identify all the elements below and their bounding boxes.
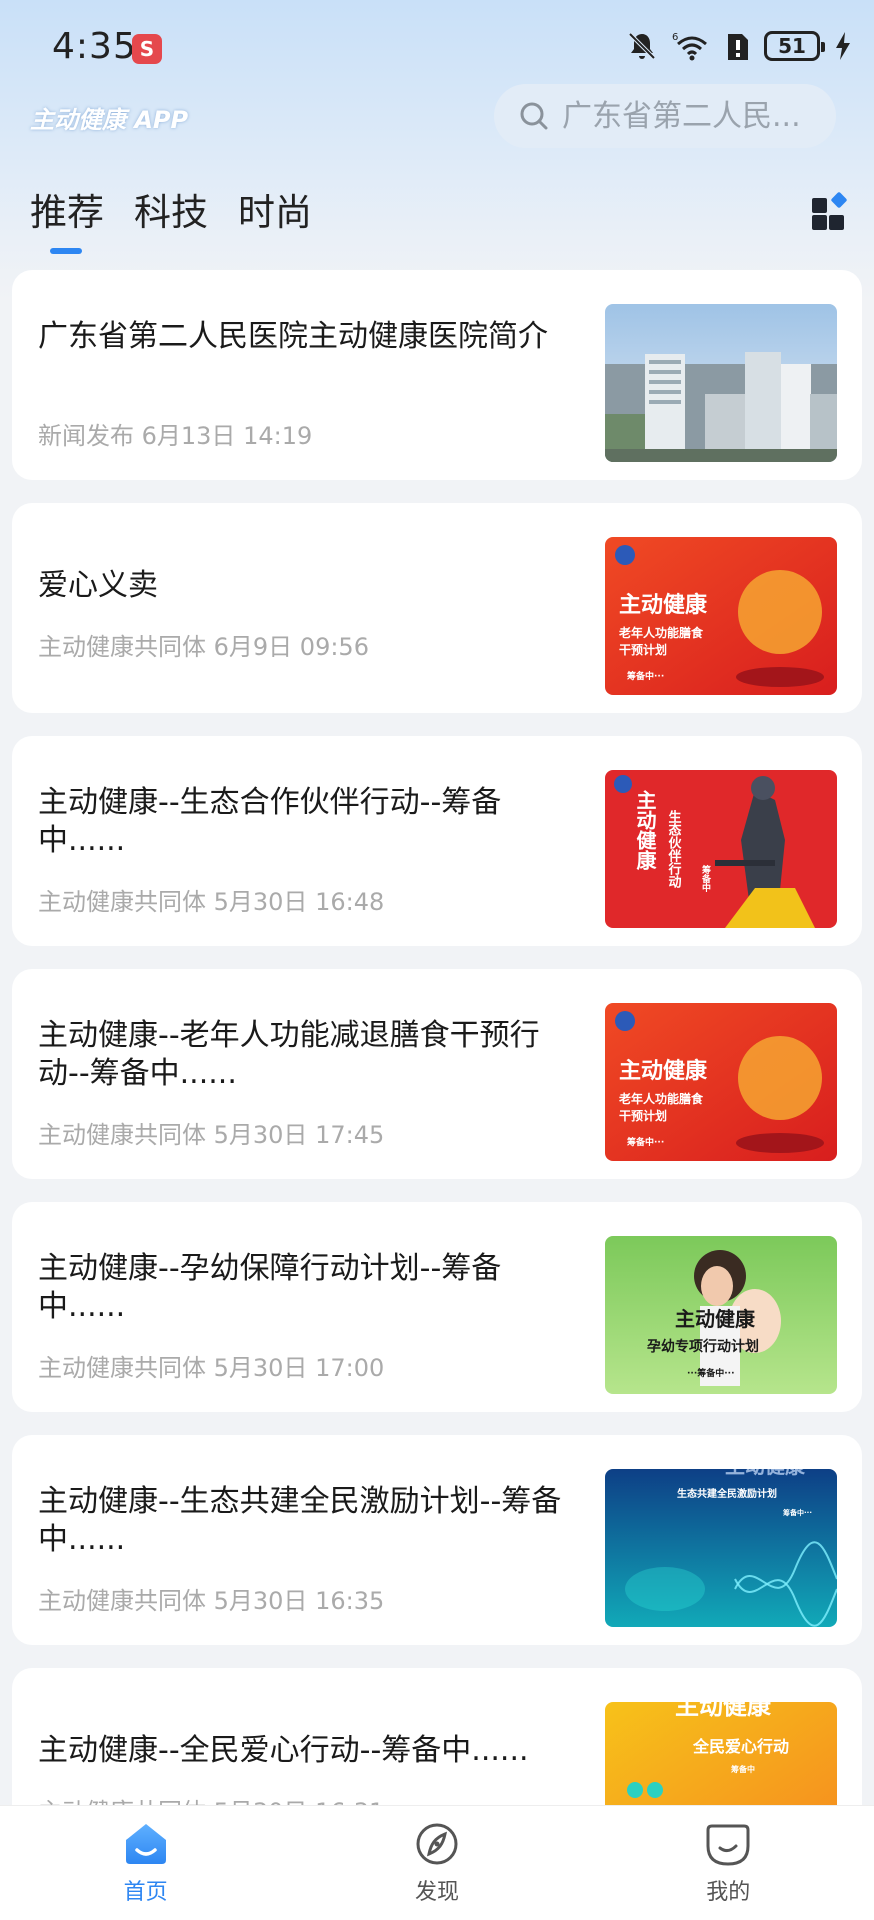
news-meta: 新闻发布 6月13日 14:19	[38, 422, 313, 450]
news-title: 主动健康--生态合作伙伴行动--筹备中......	[38, 785, 502, 858]
news-title: 主动健康--生态共建全民激励计划--筹备中......	[38, 1484, 562, 1557]
news-title: 广东省第二人民医院主动健康医院简介	[38, 319, 548, 354]
battery-indicator: 51	[764, 31, 825, 61]
charging-bolt-icon	[836, 32, 850, 60]
thumb-text: 筹备中	[731, 1764, 755, 1774]
thumb-text: 主动健康	[675, 1307, 756, 1331]
thumb-text: 生态共建全民激励计划	[677, 1487, 777, 1500]
news-card[interactable]: 爱心义卖 主动健康共同体 6月9日 09:56 主动健康 老年人功能膳食 干预计…	[12, 503, 862, 713]
compass-icon	[416, 1823, 458, 1865]
thumb-text: 生态伙伴行动	[666, 809, 683, 889]
thumb-text: 主动健康	[725, 1469, 806, 1478]
thumb-text: 筹备中···	[627, 1136, 664, 1148]
thumb-text: ···筹备中···	[687, 1367, 735, 1379]
news-card[interactable]: 主动健康--生态合作伙伴行动--筹备中...... 主动健康共同体 5月30日 …	[12, 736, 862, 946]
tab-fashion[interactable]: 时尚	[238, 182, 312, 254]
status-time: 4:35	[52, 26, 137, 67]
thumb-text: 老年人功能膳食	[619, 1091, 704, 1106]
news-title: 主动健康--孕幼保障行动计划--筹备中......	[38, 1251, 502, 1324]
tab-technology[interactable]: 科技	[134, 182, 208, 254]
thumb-text: 主动健康	[619, 1058, 708, 1084]
thumb-text: 主动健康	[633, 789, 657, 870]
thumb-text: 干预计划	[619, 642, 667, 657]
news-meta: 主动健康共同体 5月30日 16:48	[38, 888, 385, 916]
thumb-text: 筹备中···	[627, 670, 664, 682]
nav-home[interactable]: 首页	[46, 1820, 246, 1906]
news-title: 主动健康--全民爱心行动--筹备中......	[38, 1733, 529, 1768]
thumb-text: 干预计划	[619, 1108, 667, 1123]
bottom-navigation: 首页 发现 我的	[0, 1805, 874, 1920]
nav-discover[interactable]: 发现	[337, 1820, 537, 1906]
thumb-text: 筹备中···	[783, 1508, 812, 1517]
mute-bell-icon	[628, 32, 656, 60]
thumb-text: 主动健康	[619, 592, 708, 618]
category-tabs: 推荐 科技 时尚	[30, 182, 312, 254]
nav-label: 我的	[706, 1880, 751, 1905]
news-title: 爱心义卖	[38, 568, 158, 603]
search-icon	[520, 102, 548, 130]
nav-label: 发现	[414, 1880, 459, 1905]
news-thumbnail	[605, 304, 837, 462]
news-thumbnail: 主动健康 生态共建全民激励计划 筹备中···	[605, 1469, 837, 1627]
thumb-text: 主动健康	[675, 1702, 772, 1720]
news-meta: 主动健康共同体 6月9日 09:56	[38, 633, 369, 661]
news-title: 主动健康--老年人功能减退膳食干预行动--筹备中......	[38, 1018, 540, 1091]
news-card[interactable]: 主动健康--孕幼保障行动计划--筹备中...... 主动健康共同体 5月30日 …	[12, 1202, 862, 1412]
profile-icon	[706, 1824, 750, 1866]
nav-profile[interactable]: 我的	[628, 1820, 828, 1906]
sim-alert-icon	[728, 34, 748, 60]
svg-text:6: 6	[672, 32, 678, 43]
wifi-icon: 6	[672, 32, 707, 61]
category-grid-icon[interactable]	[810, 192, 850, 232]
news-card[interactable]: 主动健康--生态共建全民激励计划--筹备中...... 主动健康共同体 5月30…	[12, 1435, 862, 1645]
thumb-text: 老年人功能膳食	[619, 625, 704, 640]
news-meta: 主动健康共同体 5月30日 17:45	[38, 1121, 385, 1149]
thumb-text: 全民爱心行动	[692, 1737, 789, 1756]
news-thumbnail: 主动健康 老年人功能膳食 干预计划 筹备中···	[605, 537, 837, 695]
home-icon	[125, 1824, 166, 1864]
thumb-text: 孕幼专项行动计划	[647, 1338, 759, 1355]
thumb-text: 筹备中	[700, 864, 712, 893]
app-notification-icon: S	[132, 34, 162, 64]
news-thumbnail: 主动健康 生态伙伴行动 筹备中	[605, 770, 837, 928]
news-meta: 主动健康共同体 5月30日 17:00	[38, 1354, 385, 1382]
nav-label: 首页	[123, 1880, 168, 1905]
news-thumbnail: 主动健康 孕幼专项行动计划 ···筹备中···	[605, 1236, 837, 1394]
news-card[interactable]: 主动健康--老年人功能减退膳食干预行动--筹备中...... 主动健康共同体 5…	[12, 969, 862, 1179]
news-card[interactable]: 广东省第二人民医院主动健康医院简介 新闻发布 6月13日 14:19	[12, 270, 862, 480]
status-icons: 6 51	[626, 30, 852, 62]
news-feed: 广东省第二人民医院主动健康医院简介 新闻发布 6月13日 14:19 爱心义卖 …	[12, 270, 862, 1901]
search-bar[interactable]	[494, 84, 836, 148]
search-input[interactable]	[562, 98, 822, 134]
news-meta: 主动健康共同体 5月30日 16:35	[38, 1587, 385, 1615]
news-thumbnail: 主动健康 老年人功能膳食 干预计划 筹备中···	[605, 1003, 837, 1161]
app-logo: 主动健康 APP	[30, 106, 189, 134]
tab-recommend[interactable]: 推荐	[30, 182, 104, 254]
